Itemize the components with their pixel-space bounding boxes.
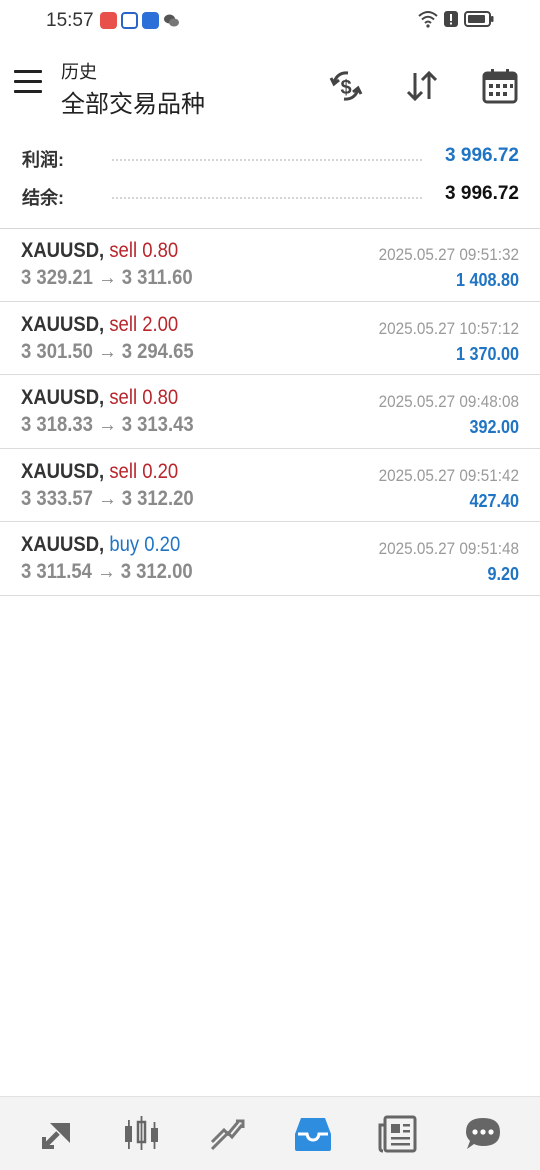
profit-row: 利润: 3 996.72: [0, 140, 540, 178]
trade-side: sell: [109, 459, 138, 483]
page-title: 历史: [61, 62, 97, 82]
balance-label: 结余:: [22, 188, 64, 208]
news-icon: [378, 1115, 417, 1152]
trade-list: XAUUSD, sell 0.80 3 329.21 → 3 311.60 20…: [0, 228, 540, 596]
trade-time: 2025.05.27 09:51:32: [378, 245, 519, 264]
svg-text:$: $: [340, 77, 351, 99]
nav-quotes[interactable]: [27, 1104, 87, 1164]
trade-symbol: XAUUSD,: [21, 312, 105, 336]
dotted-leader: [112, 197, 422, 199]
dollar-cycle-icon: $: [329, 71, 363, 101]
symbol-filter-title[interactable]: 全部交易品种: [61, 84, 205, 119]
trade-time: 2025.05.27 09:48:08: [378, 392, 519, 411]
trade-icon: [211, 1119, 245, 1150]
close-price: 3 311.60: [121, 266, 193, 289]
trade-symbol: XAUUSD,: [21, 239, 105, 262]
trade-side: sell: [109, 312, 138, 336]
sort-button[interactable]: [400, 64, 444, 108]
balance-row: 结余: 3 996.72: [0, 178, 540, 216]
app-notification-icon: [142, 12, 159, 29]
balance-value: 3 996.72: [445, 183, 519, 204]
close-price: 3 312.20: [121, 486, 194, 510]
trade-volume: 0.20: [142, 459, 179, 483]
chat-icon: [466, 1117, 501, 1149]
open-price: 3 311.54: [21, 560, 92, 583]
trade-row[interactable]: XAUUSD, sell 0.80 3 329.21 → 3 311.60 20…: [0, 228, 540, 302]
toolbar: 历史 全部交易品种 $: [0, 44, 540, 128]
history-icon: [294, 1117, 331, 1151]
alert-icon: [444, 11, 458, 27]
trade-time: 2025.05.27 09:51:42: [378, 465, 519, 485]
arrow-right-icon: →: [98, 339, 117, 363]
arrow-right-icon: →: [97, 560, 116, 583]
trade-volume: 0.20: [144, 533, 181, 556]
open-price: 3 301.50: [21, 339, 93, 363]
trade-row[interactable]: XAUUSD, sell 2.00 3 301.50 → 3 294.65 20…: [0, 302, 540, 375]
dotted-leader: [112, 159, 422, 161]
bottom-nav: [0, 1096, 540, 1170]
trade-profit: 1 408.80: [455, 270, 519, 290]
app-notification-icon: [121, 12, 138, 29]
nav-chat[interactable]: [453, 1104, 513, 1164]
app-notification-icon: [100, 12, 117, 29]
status-right-icons: [418, 10, 494, 28]
arrow-right-icon: →: [98, 486, 117, 510]
trade-row[interactable]: XAUUSD, buy 0.20 3 311.54 → 3 312.00 202…: [0, 522, 540, 596]
notification-icons: [100, 12, 180, 29]
menu-button[interactable]: [14, 70, 48, 100]
trade-side: sell: [109, 386, 138, 409]
trade-volume: 0.80: [142, 386, 179, 409]
wechat-icon: [163, 12, 180, 29]
sort-arrows-icon: [406, 70, 438, 102]
trade-symbol: XAUUSD,: [21, 459, 105, 483]
chart-icon: [124, 1115, 158, 1150]
trade-symbol: XAUUSD,: [21, 386, 105, 409]
trade-profit: 1 370.00: [455, 343, 519, 364]
wifi-icon: [418, 11, 438, 28]
trade-time: 2025.05.27 10:57:12: [378, 318, 519, 338]
arrow-right-icon: →: [98, 413, 117, 436]
quotes-icon: [41, 1122, 70, 1149]
trade-time: 2025.05.27 09:51:48: [378, 539, 519, 558]
close-price: 3 313.43: [121, 413, 194, 436]
calendar-button[interactable]: [478, 64, 522, 108]
summary-section: 利润: 3 996.72 结余: 3 996.72: [0, 140, 540, 216]
open-price: 3 318.33: [21, 413, 93, 436]
trade-profit: 9.20: [487, 564, 519, 584]
nav-history[interactable]: [283, 1104, 343, 1164]
trade-symbol: XAUUSD,: [21, 533, 105, 556]
open-price: 3 333.57: [21, 486, 93, 510]
nav-news[interactable]: [368, 1104, 428, 1164]
status-bar: 15:57: [0, 0, 540, 44]
menu-icon: [14, 70, 42, 73]
trade-profit: 392.00: [469, 417, 519, 437]
open-price: 3 329.21: [21, 266, 93, 289]
trade-row[interactable]: XAUUSD, sell 0.80 3 318.33 → 3 313.43 20…: [0, 375, 540, 449]
close-price: 3 312.00: [120, 560, 193, 583]
trade-volume: 0.80: [142, 239, 179, 262]
calendar-icon: [482, 69, 518, 104]
profit-value: 3 996.72: [445, 145, 519, 166]
trade-side: buy: [109, 533, 140, 556]
battery-icon: [464, 11, 494, 27]
profit-label: 利润:: [22, 150, 64, 170]
close-price: 3 294.65: [121, 339, 194, 363]
trade-volume: 2.00: [142, 312, 179, 336]
nav-trade[interactable]: [197, 1104, 257, 1164]
nav-chart[interactable]: [112, 1104, 172, 1164]
trade-profit: 427.40: [469, 490, 519, 511]
trade-side: sell: [109, 239, 138, 262]
arrow-right-icon: →: [98, 266, 117, 289]
deposit-withdraw-button[interactable]: $: [324, 64, 368, 108]
trade-row[interactable]: XAUUSD, sell 0.20 3 333.57 → 3 312.20 20…: [0, 449, 540, 522]
status-time: 15:57: [46, 10, 94, 31]
